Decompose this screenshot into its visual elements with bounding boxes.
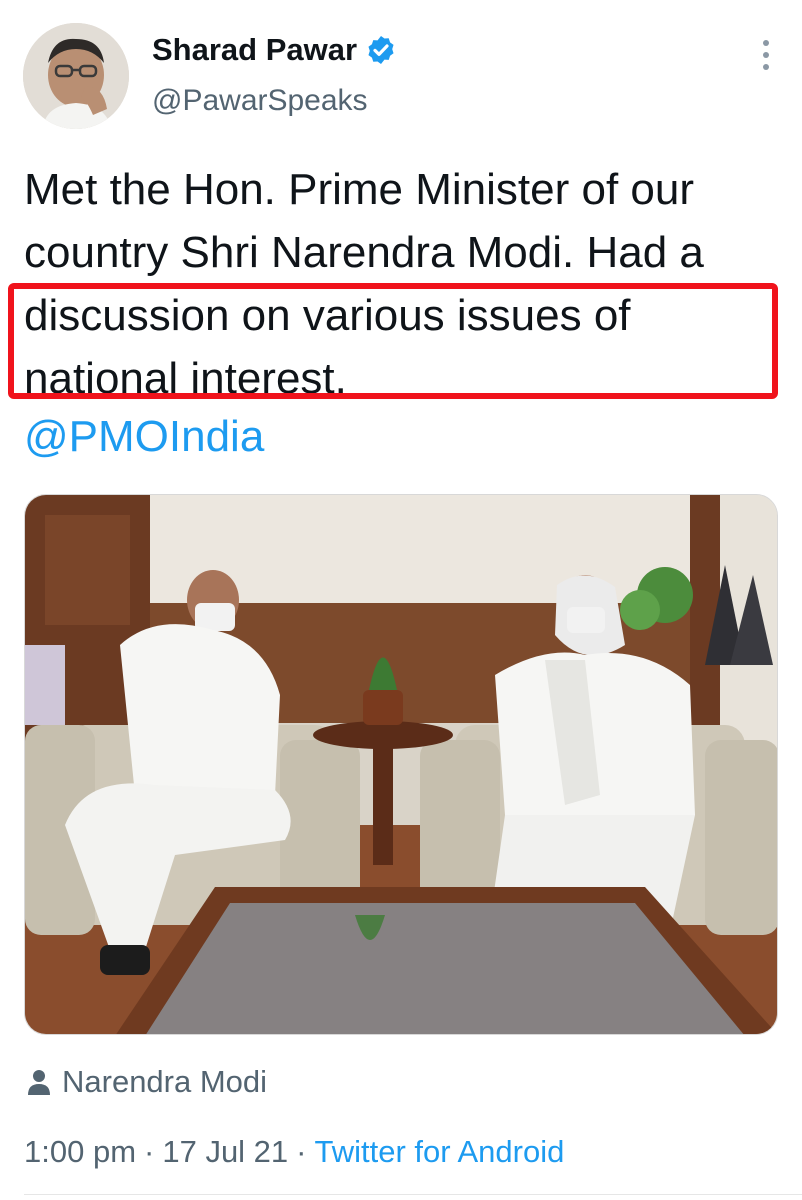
meeting-photo <box>25 495 777 1034</box>
author-display-name[interactable]: Sharad Pawar <box>152 32 357 68</box>
author-handle[interactable]: @PawarSpeaks <box>152 84 368 118</box>
mention-link[interactable]: @PMOIndia <box>24 409 264 465</box>
avatar[interactable] <box>23 23 129 129</box>
tweet-photo[interactable] <box>24 494 778 1035</box>
tweet-date[interactable]: 17 Jul 21 <box>162 1134 288 1169</box>
highlight-annotation-box <box>8 283 778 399</box>
tweet-source-link[interactable]: Twitter for Android <box>315 1134 565 1169</box>
meta-separator: · <box>144 1134 155 1169</box>
meta-separator-2: · <box>296 1134 307 1169</box>
verified-badge-icon <box>368 36 394 64</box>
tweet-time[interactable]: 1:00 pm <box>24 1134 136 1169</box>
person-icon <box>28 1070 50 1095</box>
divider <box>24 1194 802 1195</box>
profile-photo <box>23 23 129 129</box>
tagged-people-row[interactable]: Narendra Modi <box>28 1064 267 1100</box>
tagged-person-name[interactable]: Narendra Modi <box>62 1064 267 1100</box>
author-name-row[interactable]: Sharad Pawar <box>152 32 397 68</box>
more-vertical-icon[interactable] <box>756 38 776 72</box>
tweet-meta: 1:00 pm · 17 Jul 21 · Twitter for Android <box>24 1134 564 1170</box>
